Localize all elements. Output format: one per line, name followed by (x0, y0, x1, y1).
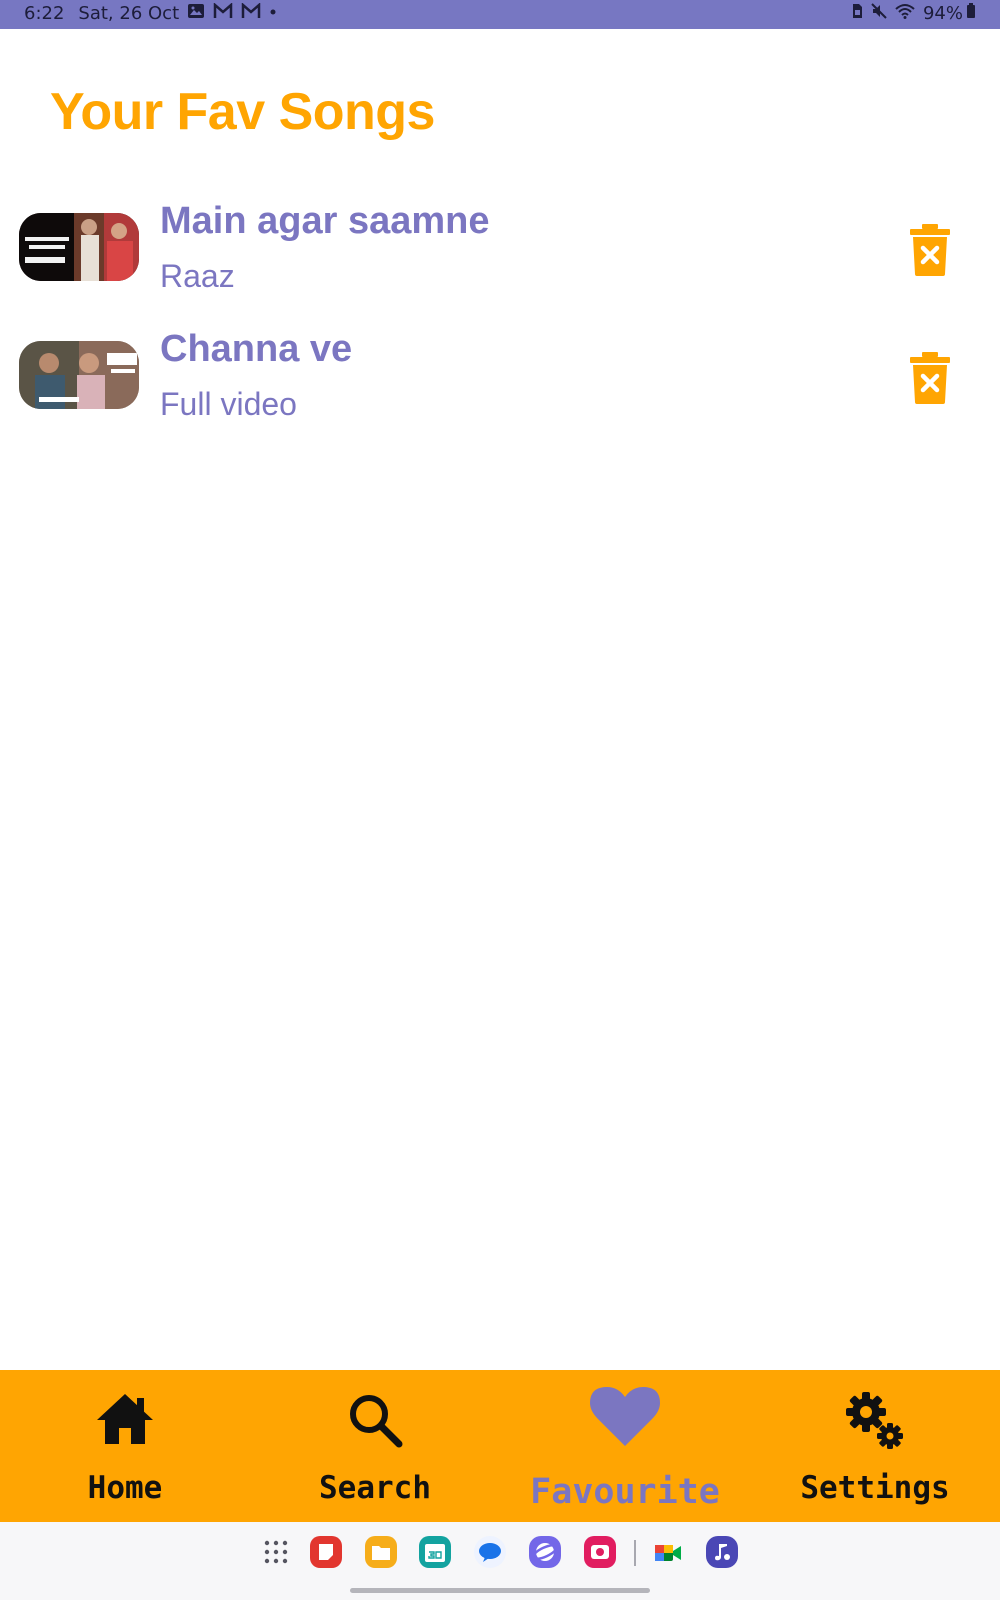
music-app-icon[interactable] (705, 1535, 739, 1569)
calendar-app-icon[interactable] (418, 1535, 452, 1569)
gallery-notification-icon (187, 3, 205, 24)
wifi-icon (895, 3, 915, 24)
sim-card-icon (851, 3, 863, 24)
status-bar: 6:22 Sat, 26 Oct 94% (0, 0, 1000, 29)
status-time: 6:22 (24, 3, 65, 24)
gmail-notification-icon-2 (241, 2, 261, 24)
song-row[interactable]: Main agar saamne Raaz (0, 196, 1000, 324)
nav-item-favourite[interactable]: Favourite (520, 1370, 730, 1522)
meet-app-icon[interactable] (651, 1535, 685, 1569)
gears-icon (846, 1392, 903, 1449)
messages-app-icon[interactable] (473, 1535, 507, 1569)
mute-icon (871, 3, 887, 24)
system-taskbar (0, 1522, 1000, 1600)
battery-percent: 94% (922, 3, 963, 24)
favourite-songs-list: Main agar saamne Raaz Channa ve Full vid… (0, 196, 1000, 452)
bottom-navigation: Home Search Favourite Settings (0, 1370, 1000, 1522)
search-icon (350, 1395, 403, 1448)
song-row[interactable]: Channa ve Full video (0, 324, 1000, 452)
trash-icon (910, 352, 950, 404)
browser-app-icon[interactable] (528, 1535, 562, 1569)
nav-item-home[interactable]: Home (40, 1370, 210, 1522)
notes-app-icon[interactable] (309, 1535, 343, 1569)
song-subtitle: Raaz (160, 258, 235, 294)
nav-label-home: Home (87, 1470, 163, 1506)
nav-label-search: Search (319, 1470, 431, 1506)
home-indicator[interactable] (350, 1588, 650, 1593)
status-date: Sat, 26 Oct (78, 3, 180, 24)
trash-icon (910, 224, 950, 276)
home-icon (97, 1394, 153, 1444)
nav-label-favourite: Favourite (530, 1472, 720, 1512)
files-app-icon[interactable] (364, 1535, 398, 1569)
battery-icon (966, 3, 976, 24)
song-title: Channa ve (160, 328, 353, 370)
song-subtitle: Full video (160, 386, 297, 422)
nav-item-settings[interactable]: Settings (780, 1370, 970, 1522)
dock-separator (634, 1540, 636, 1566)
delete-song-button[interactable] (908, 352, 952, 404)
song-thumbnail (19, 213, 139, 281)
song-title: Main agar saamne (160, 200, 490, 242)
gmail-notification-icon (213, 2, 233, 24)
nav-item-search[interactable]: Search (290, 1370, 460, 1522)
delete-song-button[interactable] (908, 224, 952, 276)
status-bar-left: 6:22 Sat, 26 Oct (24, 2, 277, 24)
more-notifications-dot-icon (269, 3, 277, 24)
nav-label-settings: Settings (800, 1470, 950, 1506)
song-thumbnail (19, 341, 139, 409)
page-title: Your Fav Songs (50, 83, 435, 141)
screen-recorder-app-icon[interactable] (583, 1535, 617, 1569)
heart-icon (590, 1387, 660, 1446)
app-drawer-icon[interactable] (259, 1535, 293, 1569)
status-bar-right: 94% (851, 3, 976, 24)
